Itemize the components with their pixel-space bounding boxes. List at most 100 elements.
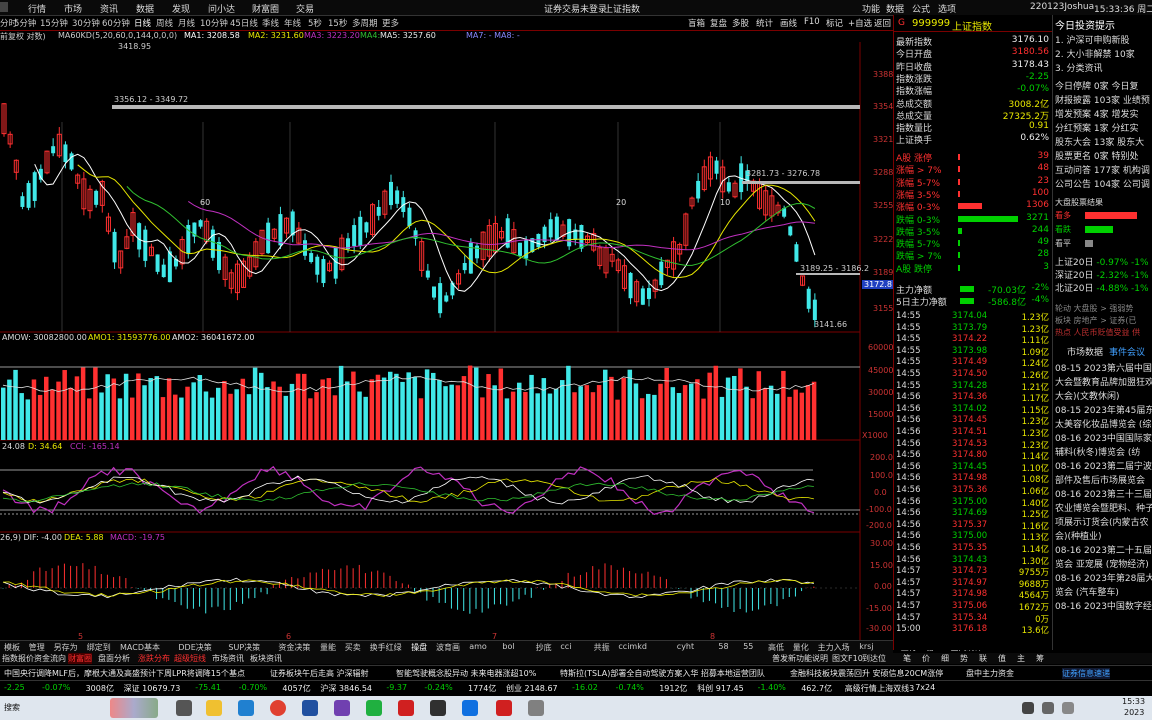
tray-icon[interactable] [1022,702,1034,714]
info-item[interactable]: 3. 分类资讯 [1055,61,1102,74]
indicator-tab[interactable]: 买卖 [345,642,361,653]
period-tab[interactable]: 15秒 [328,17,347,29]
period-tab[interactable]: 30分钟 [72,17,100,29]
info-stat-row[interactable]: 今日停牌 0家 今日复 [1055,79,1138,92]
status-tab[interactable]: 盘面分析 [98,653,130,664]
news-line[interactable]: 会)(种植业) [1055,529,1102,542]
period-tab[interactable]: 日线 [134,17,151,29]
quote-tab[interactable]: 价 [922,653,930,664]
indicator-tab[interactable]: 高低 [768,642,784,653]
ticker-item[interactable]: 证券板块午后走高 沪深辐射 [270,668,369,679]
quote-tab[interactable]: 势 [960,653,968,664]
status-tab[interactable]: 指数报价 [2,653,34,664]
indicator-tab[interactable]: ccimkd [618,642,647,651]
quote-tab[interactable]: 值 [998,653,1006,664]
news-line[interactable]: 大会)(文教休闲) [1055,389,1120,402]
info-item[interactable]: 2. 大小非解禁 10家 [1055,47,1135,60]
status-tab[interactable]: 市场资讯 [212,653,244,664]
files-icon[interactable] [206,700,222,716]
indicator-tab[interactable]: cci [560,642,571,651]
indicator-tab[interactable]: 模板 [4,642,20,653]
menu-wealth[interactable]: 财富圈 [252,2,279,15]
tool-blind-box[interactable]: 盲箱 [688,17,705,29]
tray-icon[interactable] [1042,702,1054,714]
chrome-icon[interactable] [270,700,286,716]
status-tab[interactable]: 涨跌分布 [138,653,170,664]
ticker-right-label[interactable]: 证券信息速递 [1062,668,1110,679]
rotation-text[interactable]: 轮动 大盘股 > 强弱势 [1055,303,1133,314]
quote-tab[interactable]: 主 [1017,653,1025,664]
indicator-tab[interactable]: SUP决策 [228,642,260,653]
news-line[interactable]: 辅料(秋冬)博览会 (纺 [1055,445,1140,458]
app-icon[interactable] [398,700,414,716]
menu-discover[interactable]: 发现 [172,2,190,15]
news-line[interactable]: 08-15 2023第六届中国国 [1055,361,1152,374]
tool-back[interactable]: 返回 [874,17,891,29]
info-stat-row[interactable]: 公司公告 104家 公司调 [1055,177,1150,190]
indicator-tab[interactable]: 资金决策 [278,642,310,653]
info-item[interactable]: 1. 沪深可申购新股 [1055,33,1129,46]
status-right[interactable]: 普发新功能说明 [772,653,828,664]
tool-replay[interactable]: 复盘 [710,17,727,29]
status-right[interactable]: 图文F10 [832,653,863,664]
news-line[interactable]: 08-16 2023第三十三届中 [1055,487,1152,500]
menu-data[interactable]: 数据 [136,2,154,15]
menu-trade[interactable]: 交易 [296,2,314,15]
indicator-tab[interactable]: bol [502,642,514,651]
trading-app-icon[interactable] [496,700,512,716]
indicator-tab[interactable]: krsj [859,642,873,651]
news-line[interactable]: 部件及售后市场展览会 [1055,473,1145,486]
period-tab[interactable]: 60分钟 [102,17,130,29]
quote-tab[interactable]: 细 [941,653,949,664]
app-icon[interactable] [528,700,544,716]
status-tab[interactable]: 资金流向 [34,653,66,664]
indicator-tab[interactable]: 58 [718,642,728,651]
app-icon[interactable] [462,700,478,716]
indicator-tab[interactable]: cyht [677,642,694,651]
menu-data-right[interactable]: 数据 [886,2,904,15]
news-line[interactable]: 览会 (汽车整车) [1055,585,1119,598]
edge-icon[interactable] [238,700,254,716]
indicator-tab[interactable]: 波育画 [436,642,460,653]
app-icon[interactable] [334,700,350,716]
indicator-tab[interactable]: 另存为 [54,642,78,653]
status-right[interactable]: 到达位 [862,653,886,664]
indicator-tab[interactable]: 绑定到 [87,642,111,653]
indicator-tab[interactable]: 量能 [320,642,336,653]
user-name[interactable]: 220123Joshua [1030,2,1094,12]
quote-tab[interactable]: 笔 [903,653,911,664]
ticker-item[interactable]: 特斯拉(TSLA)部署全自动驾驶方案入华 招募本地运营团队 [560,668,765,679]
status-tab[interactable]: 财富圈 [68,653,92,664]
info-stat-row[interactable]: 增发预案 4家 增发实 [1055,107,1138,120]
tool-draw[interactable]: 画线 [780,17,797,29]
info-stat-row[interactable]: 互动问答 177家 机构调 [1055,163,1150,176]
hot-text[interactable]: 热点 人民币贬值受益 供 [1055,327,1140,338]
period-tab[interactable]: 15分钟 [40,17,68,29]
news-line[interactable]: 大会暨教育品牌加盟狂欢 [1055,375,1152,388]
menu-formula[interactable]: 公式 [912,2,930,15]
tool-multi[interactable]: 多股 [732,17,749,29]
sector-text[interactable]: 板块 房地产 > 证券(已 [1055,315,1136,326]
ticker-item[interactable]: 智能驾驶概念股异动 未来电器涨超10% [396,668,536,679]
news-line[interactable]: 项展示订货会(内蒙古农 [1055,515,1149,528]
period-tab[interactable]: 45日线 [230,17,258,29]
period-tab[interactable]: 年线 [284,17,301,29]
indicator-tab[interactable]: 换手红绿 [370,642,402,653]
status-tab[interactable]: 板块资讯 [250,653,282,664]
news-ticker[interactable]: 中国央行调降MLF后，摩根大通及高盛预计下周LPR将调降15个基点 证券板块午后… [0,665,1152,679]
indicator-tab[interactable]: 55 [743,642,753,651]
period-tab[interactable]: 季线 [262,17,279,29]
news-line[interactable]: 太美容化妆品博览会 (综 [1055,417,1151,430]
status-tab[interactable]: 超级短线 [174,653,206,664]
tool-add-favorite[interactable]: +自选 [848,17,872,29]
wechat-icon[interactable] [366,700,382,716]
news-line[interactable]: 览会 亚宠展 (宠物经济) [1055,557,1149,570]
news-tab-market[interactable]: 市场数据 [1067,345,1103,358]
news-line[interactable]: 08-15 2023年第45届东北 [1055,403,1152,416]
news-tab-events[interactable]: 事件会议 [1109,345,1145,358]
info-stat-row[interactable]: 股票更名 0家 特别处 [1055,149,1138,162]
indicator-tab[interactable]: MACD基本 [120,642,160,653]
menu-ask[interactable]: 问小达 [208,2,235,15]
period-tab[interactable]: 5分钟 [14,17,36,29]
ticker-item[interactable]: 盘中主力资金 [966,668,1014,679]
